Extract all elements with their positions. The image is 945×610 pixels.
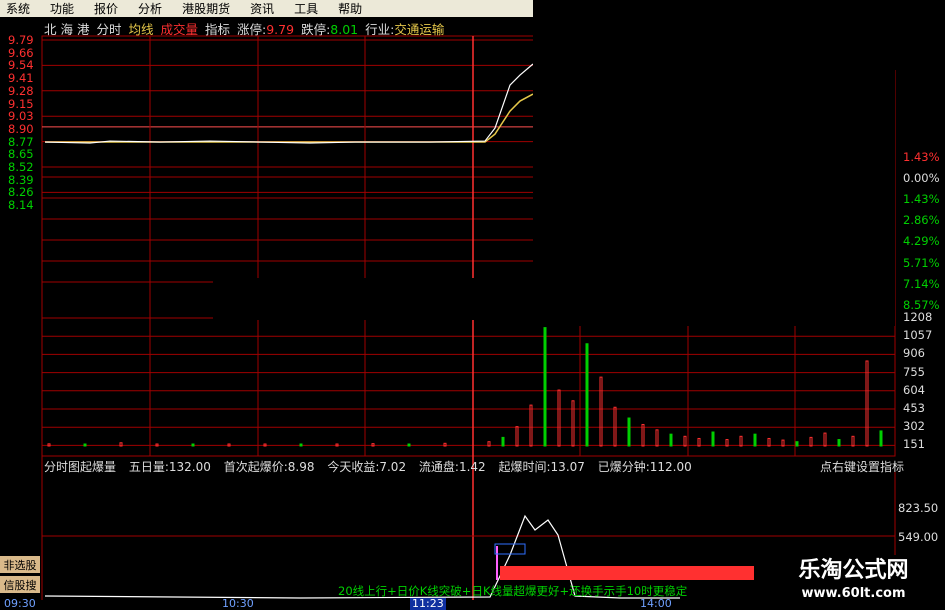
volume-bar bbox=[711, 431, 715, 447]
price-tick: 8.65 bbox=[8, 147, 34, 162]
volume-bar bbox=[557, 389, 561, 447]
price-line bbox=[44, 63, 534, 144]
volume-tick: 453 bbox=[903, 401, 925, 415]
burst-minutes: 已爆分钟:112.00 bbox=[597, 460, 692, 474]
volume-bar bbox=[697, 437, 701, 447]
pct-tick: 1.43% bbox=[903, 192, 940, 207]
volume-bar bbox=[641, 423, 645, 447]
price-tick: 8.90 bbox=[8, 121, 34, 136]
sub-axis-top: 823.50 bbox=[898, 501, 939, 515]
volume-bar bbox=[613, 406, 617, 447]
pct-tick: 7.14% bbox=[903, 276, 940, 291]
pct-tick: 0.00% bbox=[903, 171, 940, 186]
volume-tick: 1057 bbox=[903, 328, 933, 343]
volume-bar bbox=[669, 433, 673, 447]
volume-tick: 604 bbox=[903, 382, 925, 397]
volume-bar bbox=[739, 435, 743, 447]
price-tick: 8.14 bbox=[8, 198, 34, 213]
volume-bar bbox=[83, 443, 87, 447]
volume-bar bbox=[299, 443, 303, 447]
filter-stock-button[interactable]: 非选股 bbox=[0, 556, 40, 573]
signal-description: 20线上行+日价K线突破+日K线量超爆更好+还换手示手10时更稳定 bbox=[338, 584, 688, 598]
price-tick: 8.26 bbox=[8, 185, 34, 200]
float-shares: 流通盘:1.42 bbox=[418, 460, 486, 474]
price-tick: 8.52 bbox=[8, 160, 34, 174]
pct-tick: 8.57% bbox=[903, 297, 940, 312]
volume-bar bbox=[683, 435, 687, 447]
volume-tick: 1208 bbox=[903, 310, 933, 324]
indicator-name: 分时图起爆量 bbox=[44, 460, 117, 474]
five-day-volume: 五日量:132.00 bbox=[128, 460, 211, 474]
volume-bar bbox=[543, 327, 547, 447]
pct-tick: 4.29% bbox=[903, 234, 940, 249]
volume-bar bbox=[443, 442, 447, 447]
volume-bar bbox=[371, 443, 375, 447]
price-tick: 9.28 bbox=[8, 83, 34, 98]
pct-tick: 1.43% bbox=[903, 150, 940, 164]
volume-bar bbox=[515, 426, 519, 447]
volume-bar bbox=[599, 376, 603, 447]
volume-bar bbox=[809, 436, 813, 447]
volume-bar bbox=[571, 400, 575, 447]
volume-bar bbox=[191, 443, 195, 447]
pct-tick: 5.71% bbox=[903, 255, 940, 270]
volume-tick: 302 bbox=[903, 419, 925, 434]
volume-tick: 906 bbox=[903, 346, 925, 361]
burst-flag bbox=[494, 543, 526, 555]
price-tick: 9.41 bbox=[8, 71, 34, 86]
watermark: 乐淘公式网 www.60lt.com bbox=[762, 555, 945, 609]
volume-bar bbox=[529, 404, 533, 447]
volume-bar bbox=[767, 437, 771, 447]
volume-bar bbox=[837, 439, 841, 447]
watermark-title: 乐淘公式网 bbox=[798, 558, 909, 583]
intraday-chart[interactable] bbox=[0, 0, 945, 609]
burst-time: 起爆时间:13.07 bbox=[498, 460, 585, 474]
today-gain: 今天收益:7.02 bbox=[327, 460, 407, 474]
volume-bar bbox=[865, 360, 869, 447]
volume-bar bbox=[119, 442, 123, 447]
volume-bar bbox=[627, 417, 631, 447]
time-label: 11:23 bbox=[410, 597, 446, 610]
volume-tick: 755 bbox=[903, 364, 925, 379]
price-tick: 9.79 bbox=[8, 33, 34, 47]
pct-tick: 2.86% bbox=[903, 213, 940, 228]
volume-bar bbox=[407, 443, 411, 447]
time-label: 10:30 bbox=[222, 597, 254, 610]
volume-tick: 151 bbox=[903, 437, 925, 452]
volume-bar bbox=[753, 433, 757, 447]
signal-band bbox=[500, 566, 754, 580]
right-click-hint[interactable]: 点右键设置指标 bbox=[820, 458, 904, 475]
volume-bar bbox=[655, 429, 659, 447]
watermark-url: www.60lt.com bbox=[801, 586, 906, 601]
time-label: 14:00 bbox=[640, 597, 672, 610]
volume-bar bbox=[851, 435, 855, 447]
indicator-info-bar: 分时图起爆量 五日量:132.00 首次起爆价:8.98 今天收益:7.02 流… bbox=[44, 458, 904, 475]
volume-bar bbox=[501, 436, 505, 447]
avg-price-line bbox=[45, 93, 534, 143]
price-tick: 9.66 bbox=[8, 45, 34, 60]
price-tick: 9.54 bbox=[8, 58, 34, 73]
first-burst-price: 首次起爆价:8.98 bbox=[223, 460, 315, 474]
price-tick: 8.77 bbox=[8, 134, 34, 149]
stock-search-button[interactable]: 信股搜 bbox=[0, 576, 40, 593]
time-label: 09:30 bbox=[4, 597, 36, 610]
price-tick: 9.15 bbox=[8, 96, 34, 111]
volume-bar bbox=[879, 430, 883, 447]
mask-middle bbox=[213, 278, 733, 320]
volume-bar bbox=[585, 343, 589, 447]
volume-bar bbox=[795, 441, 799, 447]
sub-axis-mid: 549.00 bbox=[898, 530, 939, 544]
price-tick: 8.39 bbox=[8, 172, 34, 187]
side-buttons: 非选股 信股搜 bbox=[0, 556, 40, 596]
volume-bar bbox=[823, 432, 827, 447]
price-tick: 9.03 bbox=[8, 109, 34, 124]
